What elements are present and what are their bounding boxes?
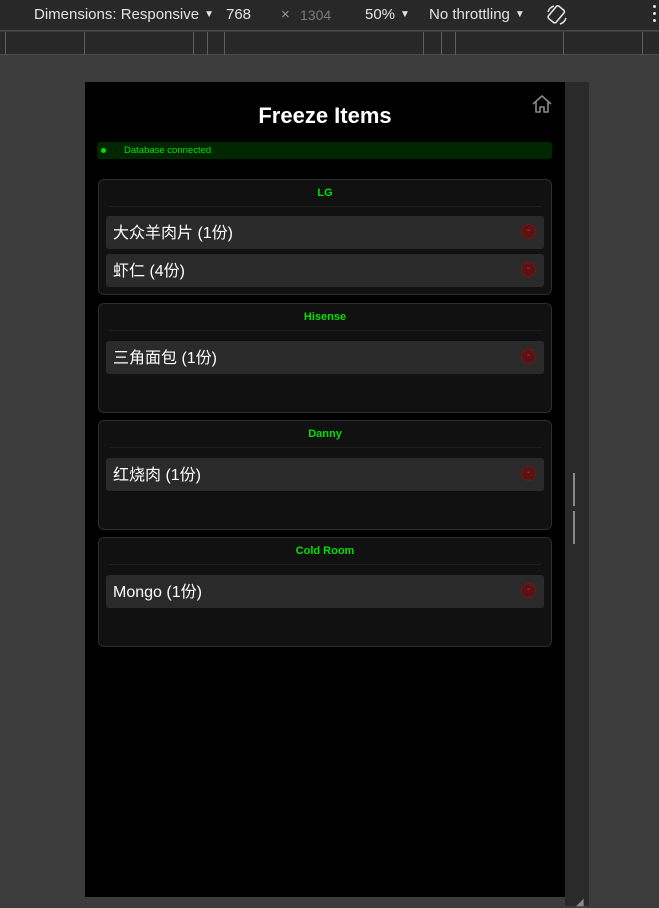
list-item[interactable]: 大众羊肉片 (1份) - bbox=[106, 216, 544, 249]
group-card-cold-room: Cold Room Mongo (1份) - bbox=[98, 537, 552, 647]
group-title: Cold Room bbox=[109, 538, 541, 565]
chevron-down-icon: ▼ bbox=[400, 9, 410, 20]
group-title: LG bbox=[109, 180, 541, 207]
rotate-icon[interactable] bbox=[545, 3, 569, 27]
item-label: 三角面包 (1份) bbox=[113, 350, 218, 367]
more-options-icon[interactable] bbox=[652, 5, 658, 25]
media-query-ruler bbox=[0, 32, 659, 55]
group-card-danny: Danny 红烧肉 (1份) - bbox=[98, 420, 552, 530]
group-title: Danny bbox=[109, 421, 541, 448]
remove-button[interactable]: - bbox=[521, 262, 536, 277]
chevron-down-icon: ▼ bbox=[204, 9, 214, 20]
width-input[interactable]: 768 bbox=[226, 6, 251, 23]
item-label: 红烧肉 (1份) bbox=[113, 467, 202, 484]
group-card-hisense: Hisense 三角面包 (1份) - bbox=[98, 303, 552, 413]
item-label: 大众羊肉片 (1份) bbox=[113, 225, 234, 242]
status-text: Database connected bbox=[124, 145, 212, 156]
list-item[interactable]: 红烧肉 (1份) - bbox=[106, 458, 544, 491]
status-bar: Database connected bbox=[97, 142, 552, 159]
chevron-down-icon: ▼ bbox=[514, 9, 525, 20]
dimensions-dropdown[interactable]: Dimensions: Responsive ▼ bbox=[34, 6, 214, 23]
dimensions-label: Dimensions: Responsive bbox=[34, 6, 200, 23]
throttling-dropdown[interactable]: No throttling ▼ bbox=[429, 6, 525, 23]
remove-button[interactable]: - bbox=[521, 466, 536, 481]
devtools-toolbar: Dimensions: Responsive ▼ 768 × 1304 50% ▼ … bbox=[0, 0, 659, 31]
item-label: 虾仁 (4份) bbox=[113, 263, 186, 280]
throttling-label: No throttling bbox=[429, 6, 510, 23]
item-label: Mongo (1份) bbox=[113, 584, 202, 601]
resize-handle[interactable] bbox=[573, 473, 580, 544]
remove-button[interactable]: - bbox=[521, 349, 536, 364]
list-item[interactable]: 三角面包 (1份) - bbox=[106, 341, 544, 374]
emulated-viewport: Freeze Items Database connected LG 大众羊肉片… bbox=[85, 82, 565, 897]
list-item[interactable]: Mongo (1份) - bbox=[106, 575, 544, 608]
zoom-label: 50% bbox=[365, 6, 396, 23]
corner-resize-icon[interactable]: ◢ bbox=[576, 897, 584, 908]
list-item[interactable]: 虾仁 (4份) - bbox=[106, 254, 544, 287]
remove-button[interactable]: - bbox=[521, 224, 536, 239]
home-icon[interactable] bbox=[531, 93, 553, 115]
page-title: Freeze Items bbox=[258, 103, 392, 128]
remove-button[interactable]: - bbox=[521, 583, 536, 598]
group-card-lg: LG 大众羊肉片 (1份) - 虾仁 (4份) - bbox=[98, 179, 552, 295]
times-icon: × bbox=[281, 6, 290, 23]
status-dot-icon bbox=[101, 148, 106, 153]
zoom-dropdown[interactable]: 50% ▼ bbox=[365, 6, 410, 23]
height-input[interactable]: 1304 bbox=[300, 7, 331, 23]
group-title: Hisense bbox=[109, 304, 541, 331]
